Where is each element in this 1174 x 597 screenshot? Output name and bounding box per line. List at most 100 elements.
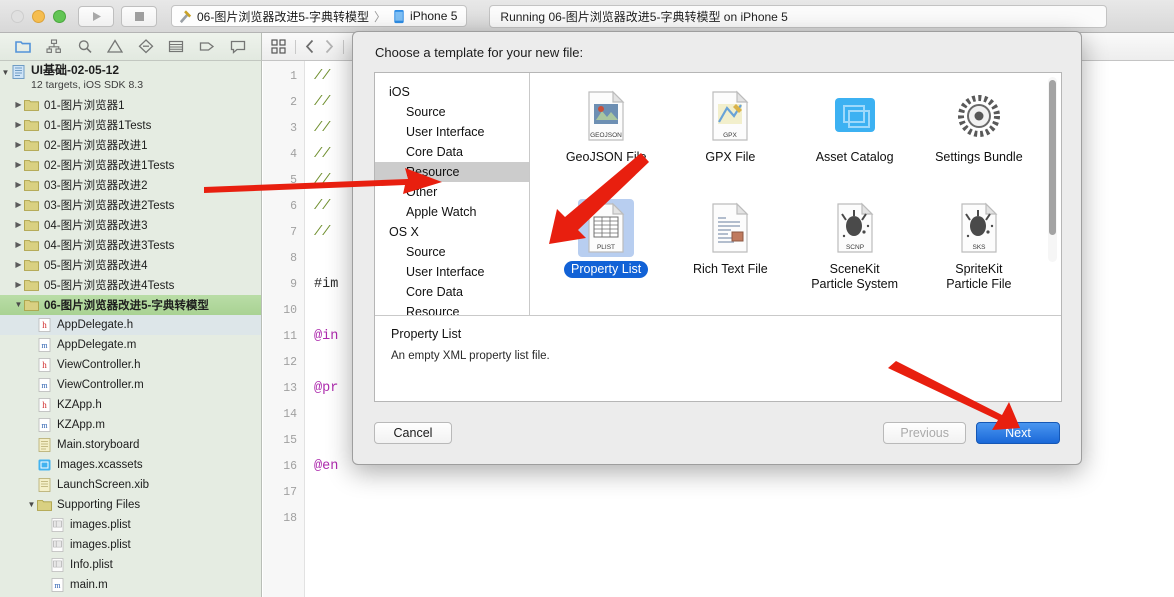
stop-button[interactable] <box>121 5 157 27</box>
navigator-row[interactable]: m AppDelegate.m <box>0 335 261 355</box>
device-icon <box>394 9 404 23</box>
template-item[interactable]: SKS SpriteKit Particle File <box>920 199 1038 316</box>
comment-icon[interactable] <box>230 39 246 54</box>
template-icon-box[interactable] <box>951 87 1007 145</box>
row-twisty-icon[interactable]: ▶ <box>13 255 24 275</box>
project-twisty-icon[interactable]: ▼ <box>0 63 11 83</box>
project-file-icon <box>12 65 25 79</box>
template-icon-box[interactable] <box>702 199 758 257</box>
search-icon[interactable] <box>77 39 93 54</box>
row-twisty-icon[interactable]: ▼ <box>13 295 24 315</box>
navigator-row[interactable]: h ViewController.h <box>0 355 261 375</box>
navigator-row[interactable]: Info.plist <box>0 555 261 575</box>
project-navigator[interactable]: ▼ UI基础-02-05-12 12 targets, iOS SDK 8.3 … <box>0 61 262 597</box>
template-item[interactable]: Asset Catalog <box>796 87 914 189</box>
navigator-row[interactable]: m main.m <box>0 575 261 595</box>
folder-icon[interactable] <box>15 39 32 54</box>
navigator-row[interactable]: ▶ 04-图片浏览器改进3Tests <box>0 235 261 255</box>
row-twisty-icon[interactable]: ▶ <box>13 275 24 295</box>
template-icon-box[interactable]: GPX <box>702 87 758 145</box>
navigator-row[interactable]: h AppDelegate.h <box>0 315 261 335</box>
navigator-row[interactable]: m ViewController.m <box>0 375 261 395</box>
run-button[interactable] <box>78 5 114 27</box>
template-icon-box[interactable]: GEOJSON <box>578 87 634 145</box>
navigator-row[interactable]: ▶ 05-图片浏览器改进4 <box>0 255 261 275</box>
next-button[interactable]: Next <box>976 422 1060 444</box>
row-twisty-icon[interactable]: ▶ <box>13 215 24 235</box>
code-line[interactable] <box>314 480 1174 506</box>
row-twisty-icon[interactable]: ▶ <box>13 135 24 155</box>
new-file-template-dialog[interactable]: Choose a template for your new file: iOS… <box>352 31 1082 465</box>
svg-text:m: m <box>54 581 61 590</box>
folder-icon <box>24 160 39 171</box>
template-icon-box[interactable]: SKS <box>951 199 1007 257</box>
navigator-row[interactable]: ▼ 06-图片浏览器改进5-字典转模型 <box>0 295 261 315</box>
template-grid[interactable]: GEOJSON GeoJSON File GPX GPX File Asset Cata… <box>530 73 1061 315</box>
navigator-row[interactable]: ▶ 01-图片浏览器1Tests <box>0 115 261 135</box>
category-item[interactable]: Other <box>375 182 529 202</box>
navigator-row[interactable]: ▶ 04-图片浏览器改进3 <box>0 215 261 235</box>
template-item[interactable]: Settings Bundle <box>920 87 1038 189</box>
template-item[interactable]: PLIST Property List <box>547 198 665 316</box>
category-item[interactable]: Source <box>375 242 529 262</box>
navigator-row[interactable]: h KZApp.h <box>0 395 261 415</box>
navigator-row[interactable]: ▼ Supporting Files <box>0 495 261 515</box>
category-item[interactable]: Core Data <box>375 282 529 302</box>
navigator-row[interactable]: ▶ 02-图片浏览器改进1Tests <box>0 155 261 175</box>
hierarchy-icon[interactable] <box>46 39 62 54</box>
navigator-row[interactable]: Main.storyboard <box>0 435 261 455</box>
close-window-button[interactable] <box>11 9 24 23</box>
template-icon-box[interactable]: SCNP <box>827 199 883 257</box>
row-twisty-icon[interactable]: ▶ <box>13 115 24 135</box>
navigator-row[interactable]: ▶ 03-图片浏览器改进2Tests <box>0 195 261 215</box>
category-item[interactable]: Core Data <box>375 142 529 162</box>
row-twisty-icon[interactable]: ▼ <box>26 495 37 515</box>
header-file-icon: h <box>38 398 51 412</box>
project-root-row[interactable]: ▼ UI基础-02-05-12 12 targets, iOS SDK 8.3 <box>0 61 261 95</box>
folder-icon <box>24 280 39 291</box>
traffic-lights <box>11 9 66 23</box>
scheme-selector[interactable]: 06-图片浏览器改进5-字典转模型 〉 iPhone 5 <box>171 5 468 27</box>
category-item[interactable]: User Interface <box>375 122 529 142</box>
code-line[interactable] <box>314 506 1174 532</box>
tag-icon[interactable] <box>199 39 215 54</box>
template-category-list[interactable]: iOS Source User Interface Core Data Resource… <box>375 73 530 339</box>
category-item[interactable]: Source <box>375 102 529 122</box>
grid-icon[interactable] <box>271 39 286 54</box>
warning-icon[interactable] <box>107 39 124 54</box>
test-icon[interactable] <box>168 39 184 54</box>
navigator-row[interactable]: Images.xcassets <box>0 455 261 475</box>
row-twisty-icon[interactable]: ▶ <box>13 95 24 115</box>
back-chevron-icon[interactable] <box>305 39 315 54</box>
scrollbar-thumb[interactable] <box>1049 80 1056 235</box>
template-grid-pane[interactable]: GEOJSON GeoJSON File GPX GPX File Asset Cata… <box>530 73 1061 315</box>
navigator-row[interactable]: ▶ 05-图片浏览器改进4Tests <box>0 275 261 295</box>
row-twisty-icon[interactable]: ▶ <box>13 235 24 255</box>
forward-chevron-icon[interactable] <box>324 39 334 54</box>
template-item[interactable]: Rich Text File <box>671 199 789 316</box>
minimize-window-button[interactable] <box>32 9 45 23</box>
category-item[interactable]: Resource <box>375 162 529 182</box>
zoom-window-button[interactable] <box>53 9 66 23</box>
row-twisty-icon[interactable]: ▶ <box>13 195 24 215</box>
navigator-row[interactable]: images.plist <box>0 535 261 555</box>
navigator-row[interactable]: ▶ 03-图片浏览器改进2 <box>0 175 261 195</box>
template-icon-box[interactable] <box>827 87 883 145</box>
template-grid-scrollbar[interactable] <box>1048 77 1057 262</box>
template-item[interactable]: GEOJSON GeoJSON File <box>547 87 665 189</box>
navigator-row[interactable]: ▶ 02-图片浏览器改进1 <box>0 135 261 155</box>
row-twisty-icon[interactable]: ▶ <box>13 155 24 175</box>
debug-icon[interactable] <box>138 39 154 54</box>
category-item[interactable]: Apple Watch <box>375 202 529 222</box>
row-twisty-icon[interactable]: ▶ <box>13 175 24 195</box>
previous-button[interactable]: Previous <box>883 422 966 444</box>
navigator-row[interactable]: ▶ 01-图片浏览器1 <box>0 95 261 115</box>
template-icon-box[interactable]: PLIST <box>578 198 635 257</box>
navigator-row[interactable]: m KZApp.m <box>0 415 261 435</box>
template-item[interactable]: GPX GPX File <box>671 87 789 189</box>
category-item[interactable]: User Interface <box>375 262 529 282</box>
template-item[interactable]: SCNP SceneKit Particle System <box>796 199 914 316</box>
navigator-row[interactable]: LaunchScreen.xib <box>0 475 261 495</box>
navigator-row[interactable]: images.plist <box>0 515 261 535</box>
cancel-button[interactable]: Cancel <box>374 422 452 444</box>
